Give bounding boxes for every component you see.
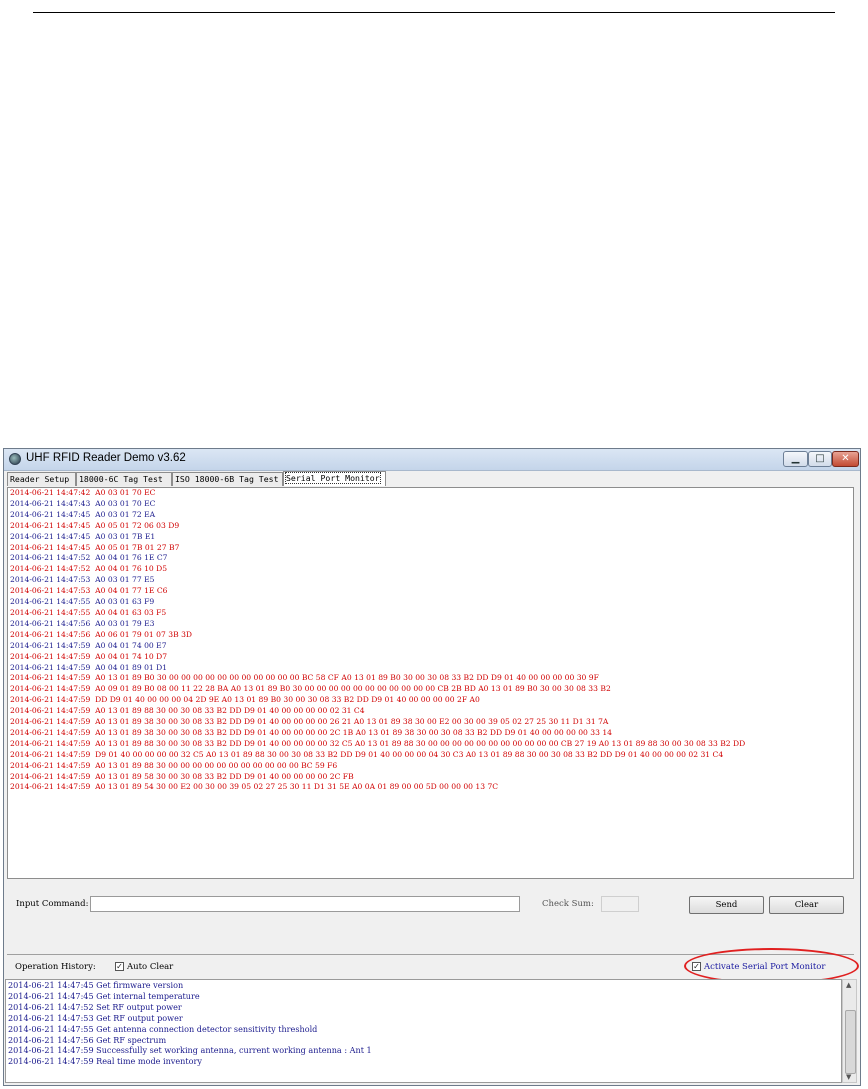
- monitor-line: 2014-06-21 14:47:59 A0 13 01 89 88 30 00…: [10, 738, 746, 748]
- monitor-line: 2014-06-21 14:47:45 A0 05 01 72 06 03 D9: [10, 520, 180, 530]
- clear-button[interactable]: Clear: [769, 896, 844, 914]
- monitor-line: 2014-06-21 14:47:52 A0 04 01 76 1E C7: [10, 553, 168, 563]
- tab-18000-6c[interactable]: 18000-6C Tag Test: [76, 472, 172, 486]
- history-line: 2014-06-21 14:47:55 Get antenna connecti…: [8, 1023, 318, 1034]
- tab-serial-port-monitor[interactable]: Serial Port Monitor: [283, 471, 386, 486]
- checkmark-icon: ✓: [693, 962, 700, 971]
- operation-history-label: Operation History:: [15, 962, 96, 972]
- checksum-label: Check Sum:: [542, 899, 594, 909]
- monitor-line: 2014-06-21 14:47:59 A0 13 01 89 38 30 00…: [10, 727, 613, 737]
- checksum-field: [601, 896, 639, 912]
- tab-label: Reader Setup: [10, 474, 70, 484]
- operation-history-log[interactable]: 2014-06-21 14:47:45 Get firmware version…: [5, 979, 842, 1083]
- tab-reader-setup[interactable]: Reader Setup: [7, 472, 76, 486]
- tab-label: ISO 18000-6B Tag Test: [175, 474, 279, 484]
- send-button[interactable]: Send: [689, 896, 764, 914]
- monitor-line: 2014-06-21 14:47:59 A0 13 01 89 54 30 00…: [10, 782, 499, 792]
- monitor-line: 2014-06-21 14:47:42 A0 03 01 70 EC: [10, 488, 156, 497]
- window-title: UHF RFID Reader Demo v3.62: [26, 452, 186, 464]
- scroll-up-arrow-icon[interactable]: ▲: [846, 981, 851, 989]
- monitor-line: 2014-06-21 14:47:59 A0 13 01 89 B0 30 00…: [10, 673, 599, 683]
- history-line: 2014-06-21 14:47:53 Get RF output power: [8, 1012, 183, 1023]
- tab-label: Serial Port Monitor: [285, 472, 381, 484]
- close-button[interactable]: ✕: [832, 451, 859, 467]
- serial-monitor-log[interactable]: 2014-06-21 14:47:42 A0 03 01 70 EC 2014-0…: [7, 487, 854, 879]
- activate-monitor-checkbox[interactable]: ✓: [692, 962, 701, 971]
- monitor-line: 2014-06-21 14:47:45 A0 03 01 7B E1: [10, 531, 156, 541]
- monitor-line: 2014-06-21 14:47:43 A0 03 01 70 EC: [10, 498, 156, 508]
- activate-monitor-label[interactable]: Activate Serial Port Monitor: [704, 962, 825, 972]
- command-panel: Input Command: Check Sum: Send Clear: [7, 880, 854, 951]
- app-window: UHF RFID Reader Demo v3.62 ▁ □ ✕ Reader …: [3, 448, 861, 1086]
- monitor-line: 2014-06-21 14:47:59 A0 09 01 89 B0 08 00…: [10, 684, 611, 694]
- monitor-line: 2014-06-21 14:47:59 A0 04 01 74 00 E7: [10, 640, 167, 650]
- history-line: 2014-06-21 14:47:56 Get RF spectrum: [8, 1034, 167, 1045]
- monitor-line: 2014-06-21 14:47:59 A0 04 01 89 01 D1: [10, 662, 168, 672]
- title-bar: UHF RFID Reader Demo v3.62 ▁ □ ✕: [4, 449, 860, 471]
- minimize-button[interactable]: ▁: [783, 451, 808, 467]
- auto-clear-label[interactable]: Auto Clear: [127, 962, 173, 972]
- monitor-line: 2014-06-21 14:47:45 A0 03 01 72 EA: [10, 509, 156, 519]
- command-input[interactable]: [90, 896, 520, 912]
- monitor-line: 2014-06-21 14:47:53 A0 03 01 77 E5: [10, 575, 155, 585]
- monitor-line: 2014-06-21 14:47:59 A0 04 01 74 10 D7: [10, 651, 168, 661]
- history-line: 2014-06-21 14:47:52 Set RF output power: [8, 1001, 182, 1012]
- tab-label: 18000-6C Tag Test: [79, 474, 163, 484]
- checkmark-icon: ✓: [116, 962, 123, 971]
- history-line: 2014-06-21 14:47:45 Get internal tempera…: [8, 990, 200, 1001]
- history-line: 2014-06-21 14:47:59 Successfully set wor…: [8, 1045, 372, 1056]
- monitor-line: 2014-06-21 14:47:59 A0 13 01 89 88 30 00…: [10, 706, 365, 716]
- monitor-line: 2014-06-21 14:47:52 A0 04 01 76 10 D5: [10, 564, 168, 574]
- history-scrollbar[interactable]: ▲ ▼: [842, 979, 857, 1083]
- scroll-down-arrow-icon[interactable]: ▼: [846, 1073, 851, 1081]
- monitor-line: 2014-06-21 14:47:59 A0 13 01 89 88 30 00…: [10, 760, 338, 770]
- monitor-line: 2014-06-21 14:47:59 D9 01 40 00 00 00 00…: [10, 749, 724, 759]
- history-line: 2014-06-21 14:47:45 Get firmware version: [8, 980, 184, 990]
- monitor-line: 2014-06-21 14:47:55 A0 04 01 63 03 F5: [10, 607, 167, 617]
- page-top-rule: [33, 12, 835, 13]
- monitor-line: 2014-06-21 14:47:53 A0 04 01 77 1E C6: [10, 586, 168, 596]
- history-line: 2014-06-21 14:47:59 Real time mode inven…: [8, 1056, 202, 1067]
- monitor-line: 2014-06-21 14:47:56 A0 03 01 79 E3: [10, 618, 155, 628]
- app-icon: [9, 453, 21, 465]
- monitor-line: 2014-06-21 14:47:56 A0 06 01 79 01 07 3B…: [10, 629, 192, 639]
- scrollbar-thumb[interactable]: [845, 1010, 856, 1074]
- monitor-line: 2014-06-21 14:47:59 DD D9 01 40 00 00 00…: [10, 695, 480, 705]
- history-bar: Operation History: ✓ Auto Clear ✓ Activa…: [7, 948, 859, 984]
- monitor-line: 2014-06-21 14:47:59 A0 13 01 89 58 30 00…: [10, 771, 354, 781]
- input-command-label: Input Command:: [16, 899, 89, 909]
- auto-clear-checkbox[interactable]: ✓: [115, 962, 124, 971]
- tab-iso-18000-6b[interactable]: ISO 18000-6B Tag Test: [172, 472, 283, 486]
- maximize-button[interactable]: □: [808, 451, 832, 467]
- monitor-line: 2014-06-21 14:47:59 A0 13 01 89 38 30 00…: [10, 717, 609, 727]
- monitor-line: 2014-06-21 14:47:45 A0 05 01 7B 01 27 B7: [10, 542, 180, 552]
- monitor-line: 2014-06-21 14:47:55 A0 03 01 63 F9: [10, 597, 155, 607]
- divider: [7, 954, 854, 955]
